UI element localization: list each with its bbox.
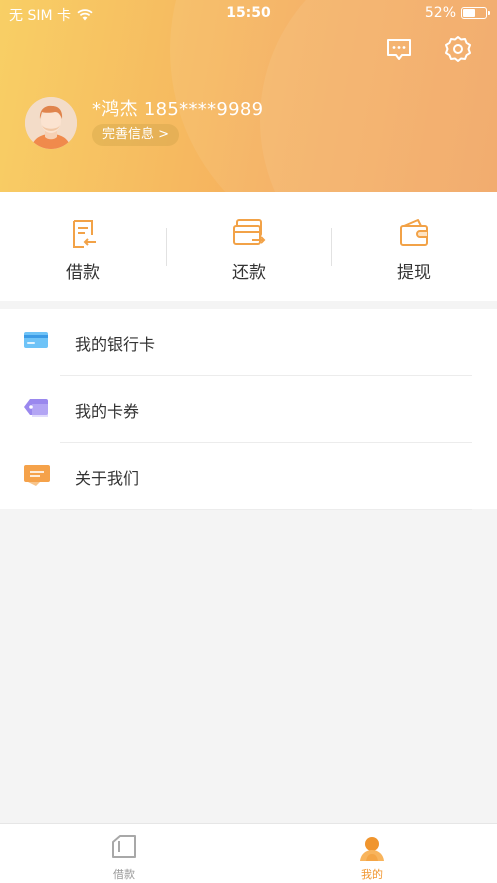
menu-item-coupons[interactable]: 我的卡券 <box>0 376 497 443</box>
menu-item-label: 我的卡券 <box>75 402 140 421</box>
tab-loan[interactable]: 借款 <box>44 824 204 883</box>
action-label: 还款 <box>232 263 266 283</box>
user-name: *鸿杰 185****9989 <box>92 99 264 120</box>
message-icon <box>387 39 411 60</box>
action-label: 借款 <box>66 263 100 283</box>
menu-item-label: 我的银行卡 <box>75 335 156 354</box>
menu-item-bank-card[interactable]: 我的银行卡 <box>0 309 497 376</box>
action-repay[interactable]: 还款 <box>166 192 332 301</box>
coupon-tag-icon <box>24 399 48 417</box>
message-button[interactable] <box>384 34 414 64</box>
tab-mine[interactable]: 我的 <box>292 824 452 883</box>
user-avatar-icon <box>25 97 77 149</box>
divider <box>60 509 472 510</box>
battery-area: 52% <box>424 5 490 21</box>
bank-card-icon <box>24 332 48 348</box>
tab-label: 我的 <box>361 868 383 881</box>
action-withdraw[interactable]: 提现 <box>331 192 497 301</box>
screen: 无 SIM 卡 15:50 52% *鸿杰 185****9989 完善信息 >… <box>0 0 497 883</box>
battery-level <box>463 9 476 17</box>
avatar[interactable] <box>25 97 77 149</box>
loan-tab-icon <box>112 835 136 858</box>
settings-icon <box>445 36 471 62</box>
tab-bar: 借款 我的 <box>0 823 497 883</box>
action-loan[interactable]: 借款 <box>0 192 166 301</box>
action-label: 提现 <box>397 263 431 283</box>
complete-info-button[interactable]: 完善信息 > <box>92 124 180 146</box>
clock: 15:50 <box>226 5 271 21</box>
menu-list: 我的银行卡 我的卡券 关于我们 <box>0 309 497 510</box>
menu-item-about[interactable]: 关于我们 <box>0 443 497 510</box>
repay-card-icon <box>233 219 266 245</box>
wallet-icon <box>400 219 428 246</box>
settings-button[interactable] <box>443 34 473 64</box>
menu-item-label: 关于我们 <box>75 469 140 488</box>
quick-actions: 借款 还款 提现 <box>0 192 497 301</box>
tab-label: 借款 <box>113 868 135 881</box>
battery-icon <box>461 7 490 19</box>
status-bar: 无 SIM 卡 15:50 52% <box>0 0 497 26</box>
profile-tab-icon <box>360 837 384 861</box>
about-message-icon <box>24 465 50 486</box>
battery-percent: 52% <box>424 5 456 21</box>
header-decoration <box>260 0 497 192</box>
profile-header: 无 SIM 卡 15:50 52% *鸿杰 185****9989 完善信息 > <box>0 0 497 192</box>
loan-doc-icon <box>73 220 96 248</box>
